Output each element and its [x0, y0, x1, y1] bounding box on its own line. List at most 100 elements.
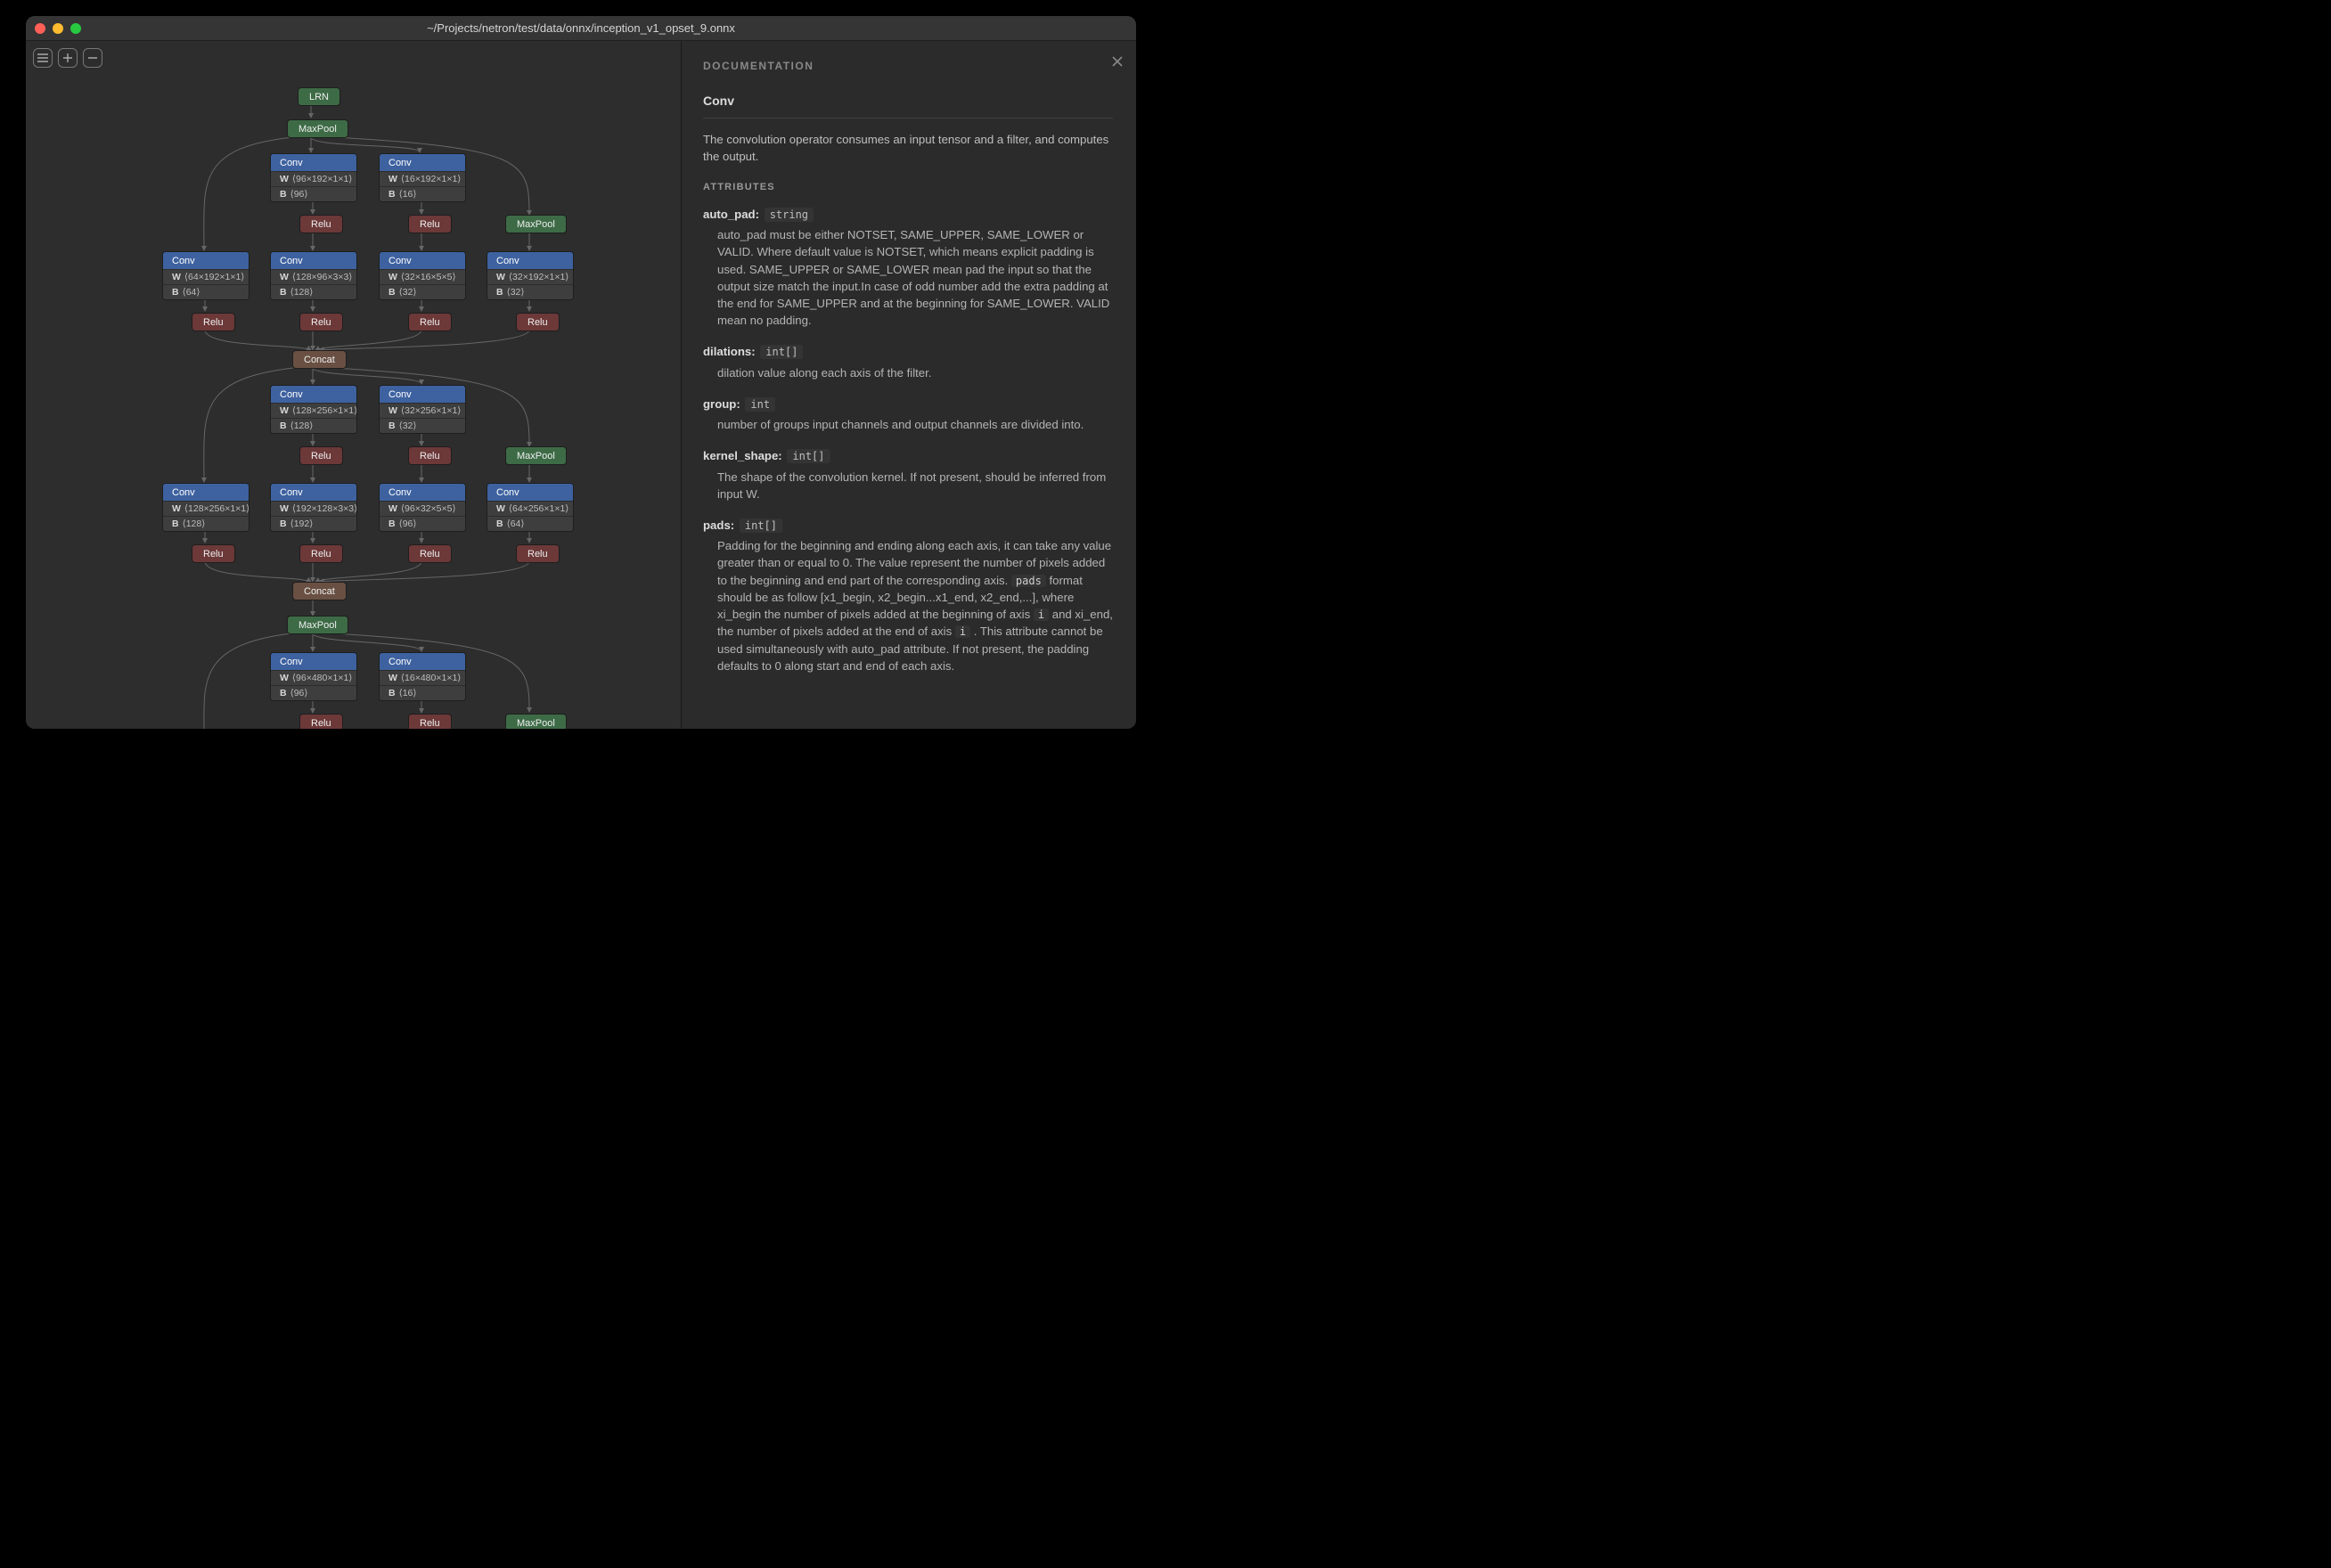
node-header: Conv	[380, 653, 465, 670]
concat-node[interactable]: Concat	[292, 350, 347, 369]
relu-node[interactable]: Relu	[516, 544, 560, 563]
relu-node[interactable]: Relu	[299, 446, 343, 465]
relu-node[interactable]: Relu	[299, 215, 343, 233]
relu-node[interactable]: Relu	[299, 544, 343, 563]
node-bias: B⟨128⟩	[271, 284, 356, 299]
attr-body: The shape of the convolution kernel. If …	[703, 469, 1113, 502]
zoom-in-button[interactable]	[58, 48, 78, 68]
conv-node[interactable]: Conv W⟨32×192×1×1⟩ B⟨32⟩	[487, 251, 574, 300]
maxpool-node[interactable]: MaxPool	[287, 616, 348, 634]
conv-node[interactable]: Conv W⟨32×256×1×1⟩ B⟨32⟩	[379, 385, 466, 434]
node-bias: B⟨96⟩	[271, 685, 356, 700]
attr-type: int[]	[760, 345, 803, 359]
conv-node[interactable]: Conv W⟨96×480×1×1⟩ B⟨96⟩	[270, 652, 357, 701]
node-weight: W⟨128×256×1×1⟩	[271, 403, 356, 418]
zoom-out-button[interactable]	[83, 48, 102, 68]
conv-node[interactable]: Conv W⟨128×256×1×1⟩ B⟨128⟩	[162, 483, 249, 532]
node-weight: W⟨64×192×1×1⟩	[163, 269, 249, 284]
node-bias: B⟨32⟩	[487, 284, 573, 299]
doc-op-name: Conv	[703, 92, 1113, 118]
node-weight: W⟨128×256×1×1⟩	[163, 501, 249, 516]
node-bias: B⟨192⟩	[271, 516, 356, 531]
node-header: Conv	[271, 484, 356, 501]
node-bias: B⟨128⟩	[163, 516, 249, 531]
close-window-button[interactable]	[35, 23, 45, 34]
node-weight: W⟨32×16×5×5⟩	[380, 269, 465, 284]
relu-node[interactable]: Relu	[408, 714, 452, 729]
conv-node[interactable]: Conv W⟨128×96×3×3⟩ B⟨128⟩	[270, 251, 357, 300]
node-header: Conv	[271, 252, 356, 269]
menu-button[interactable]	[33, 48, 53, 68]
node-header: Conv	[380, 484, 465, 501]
relu-node[interactable]: Relu	[299, 313, 343, 331]
attr-kernel-shape: kernel_shape: int[] The shape of the con…	[703, 447, 1113, 502]
attr-type: int[]	[787, 449, 830, 463]
node-weight: W⟨96×192×1×1⟩	[271, 171, 356, 186]
maxpool-node[interactable]: MaxPool	[505, 714, 567, 729]
conv-node[interactable]: Conv W⟨192×128×3×3⟩ B⟨192⟩	[270, 483, 357, 532]
relu-node[interactable]: Relu	[192, 313, 235, 331]
node-header: Conv	[380, 154, 465, 171]
attr-group: group: int number of groups input channe…	[703, 396, 1113, 434]
maxpool-node[interactable]: MaxPool	[505, 446, 567, 465]
conv-node[interactable]: Conv W⟨64×192×1×1⟩ B⟨64⟩	[162, 251, 249, 300]
relu-node[interactable]: Relu	[408, 215, 452, 233]
node-weight: W⟨128×96×3×3⟩	[271, 269, 356, 284]
window-title: ~/Projects/netron/test/data/onnx/incepti…	[26, 21, 1136, 35]
conv-node[interactable]: Conv W⟨16×480×1×1⟩ B⟨16⟩	[379, 652, 466, 701]
maxpool-node[interactable]: MaxPool	[287, 119, 348, 138]
node-bias: B⟨16⟩	[380, 685, 465, 700]
attr-body: number of groups input channels and outp…	[703, 416, 1113, 433]
attr-type: string	[765, 208, 814, 222]
window-controls	[35, 23, 81, 34]
conv-node[interactable]: Conv W⟨96×192×1×1⟩ B⟨96⟩	[270, 153, 357, 202]
menu-icon	[37, 53, 48, 62]
app-body: LRN MaxPool Conv W⟨96×192×1×1⟩ B⟨96⟩ Con…	[26, 41, 1136, 729]
node-bias: B⟨64⟩	[163, 284, 249, 299]
node-header: Conv	[380, 252, 465, 269]
plus-icon	[62, 53, 73, 63]
conv-node[interactable]: Conv W⟨96×32×5×5⟩ B⟨96⟩	[379, 483, 466, 532]
conv-node[interactable]: Conv W⟨128×256×1×1⟩ B⟨128⟩	[270, 385, 357, 434]
attr-type: int	[745, 397, 775, 412]
relu-node[interactable]: Relu	[299, 714, 343, 729]
app-window: ~/Projects/netron/test/data/onnx/incepti…	[26, 16, 1136, 729]
relu-node[interactable]: Relu	[408, 313, 452, 331]
close-icon	[1111, 55, 1124, 68]
attr-name: group:	[703, 397, 740, 411]
attr-body: auto_pad must be either NOTSET, SAME_UPP…	[703, 226, 1113, 329]
node-weight: W⟨64×256×1×1⟩	[487, 501, 573, 516]
node-header: Conv	[487, 484, 573, 501]
node-weight: W⟨32×192×1×1⟩	[487, 269, 573, 284]
titlebar: ~/Projects/netron/test/data/onnx/incepti…	[26, 16, 1136, 41]
node-header: Conv	[380, 386, 465, 403]
attr-name: kernel_shape:	[703, 449, 782, 462]
maxpool-node[interactable]: MaxPool	[505, 215, 567, 233]
attr-dilations: dilations: int[] dilation value along ea…	[703, 343, 1113, 381]
node-header: Conv	[271, 386, 356, 403]
code-i: i	[955, 625, 970, 638]
relu-node[interactable]: Relu	[408, 446, 452, 465]
concat-node[interactable]: Concat	[292, 582, 347, 600]
code-pads: pads	[1011, 575, 1046, 587]
doc-header: DOCUMENTATION	[703, 59, 1113, 74]
zoom-window-button[interactable]	[70, 23, 81, 34]
conv-node[interactable]: Conv W⟨32×16×5×5⟩ B⟨32⟩	[379, 251, 466, 300]
node-weight: W⟨96×32×5×5⟩	[380, 501, 465, 516]
node-header: Conv	[163, 252, 249, 269]
conv-node[interactable]: Conv W⟨16×192×1×1⟩ B⟨16⟩	[379, 153, 466, 202]
conv-node[interactable]: Conv W⟨64×256×1×1⟩ B⟨64⟩	[487, 483, 574, 532]
lrn-node[interactable]: LRN	[298, 87, 340, 106]
attr-name: pads:	[703, 519, 734, 532]
node-weight: W⟨32×256×1×1⟩	[380, 403, 465, 418]
minimize-window-button[interactable]	[53, 23, 63, 34]
relu-node[interactable]: Relu	[408, 544, 452, 563]
relu-node[interactable]: Relu	[192, 544, 235, 563]
node-bias: B⟨96⟩	[271, 186, 356, 201]
attr-type: int[]	[740, 519, 782, 533]
graph-canvas[interactable]: LRN MaxPool Conv W⟨96×192×1×1⟩ B⟨96⟩ Con…	[26, 41, 682, 729]
close-panel-button[interactable]	[1111, 53, 1124, 74]
node-header: Conv	[271, 154, 356, 171]
relu-node[interactable]: Relu	[516, 313, 560, 331]
node-bias: B⟨96⟩	[380, 516, 465, 531]
